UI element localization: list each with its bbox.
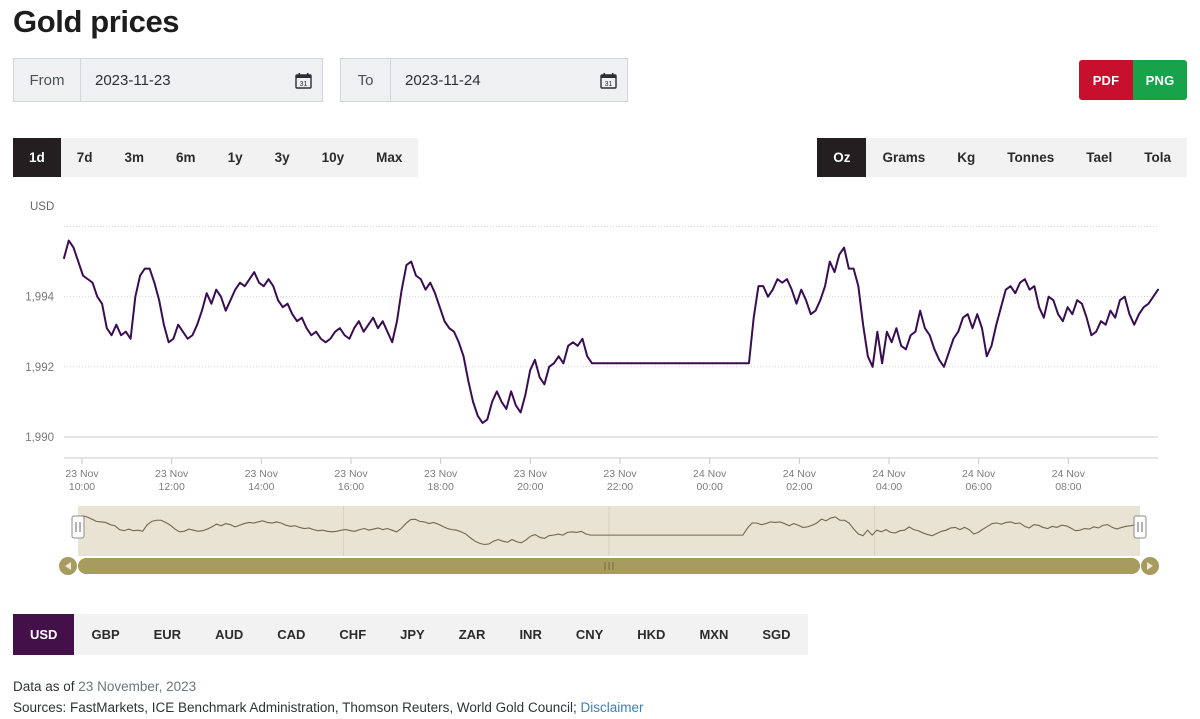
unit-tab-kg[interactable]: Kg (941, 138, 991, 177)
y-axis-tick-label: 1,994 (25, 292, 54, 304)
from-date-value: 2023-11-23 (95, 71, 171, 89)
export-png-button[interactable]: PNG (1133, 60, 1187, 100)
navigator-left-handle[interactable] (71, 515, 85, 539)
x-axis-tick-label-date: 23 Nov (155, 468, 189, 480)
navigator-left-handle-body[interactable] (71, 515, 85, 539)
currency-tab-eur[interactable]: EUR (137, 614, 198, 655)
x-axis-tick-label-time: 10:00 (69, 481, 95, 493)
unit-tab-tonnes[interactable]: Tonnes (991, 138, 1070, 177)
currency-tab-chf[interactable]: CHF (322, 614, 383, 655)
range-tab-3m[interactable]: 3m (109, 138, 161, 177)
x-axis-tick-label-time: 00:00 (697, 481, 723, 493)
sources-line: Sources: FastMarkets, ICE Benchmark Admi… (13, 697, 643, 718)
footer: Data as of 23 November, 2023 Sources: Fa… (13, 676, 643, 718)
sources-text: Sources: FastMarkets, ICE Benchmark Admi… (13, 700, 581, 715)
currency-tab-cad[interactable]: CAD (260, 614, 322, 655)
range-tab-6m[interactable]: 6m (160, 138, 212, 177)
x-axis-tick-label-time: 20:00 (517, 481, 543, 493)
gold-prices-page: Gold prices From 2023-11-23 31 To 2023-1… (0, 0, 1200, 719)
x-axis-tick-label-time: 16:00 (338, 481, 364, 493)
x-axis-tick-label-time: 18:00 (428, 481, 454, 493)
navigator-right-handle[interactable] (1133, 515, 1147, 539)
y-axis-tick-label: 1,990 (25, 432, 54, 444)
currency-tab-mxn[interactable]: MXN (682, 614, 745, 655)
y-axis-tick-label: 1,992 (25, 362, 54, 374)
price-chart: 1,990 1,992 1,994 USD 23 Nov 10:00 23 Nov 12:00… (0, 190, 1200, 580)
to-label: To (341, 59, 391, 101)
x-axis-tick-label-date: 23 Nov (334, 468, 368, 480)
x-axis-tick-label-time: 22:00 (607, 481, 633, 493)
x-axis-tick-label-time: 12:00 (159, 481, 185, 493)
calendar-icon[interactable]: 31 (295, 72, 312, 89)
range-tab-7d[interactable]: 7d (61, 138, 109, 177)
x-axis-tick-label-date: 24 Nov (1052, 468, 1086, 480)
x-axis-tick-label-time: 06:00 (966, 481, 992, 493)
x-axis-tick-label-date: 24 Nov (962, 468, 996, 480)
date-range-to[interactable]: To 2023-11-24 31 (340, 58, 628, 102)
x-axis-tick-label-date: 24 Nov (872, 468, 906, 480)
x-axis-tick-label-date: 23 Nov (65, 468, 99, 480)
x-axis-tick-label-date: 23 Nov (245, 468, 279, 480)
range-tab-max[interactable]: Max (360, 138, 418, 177)
unit-tab-tael[interactable]: Tael (1070, 138, 1128, 177)
unit-tab-tola[interactable]: Tola (1128, 138, 1187, 177)
data-as-of-prefix: Data as of (13, 679, 79, 694)
svg-text:31: 31 (300, 81, 308, 88)
unit-tab-grams[interactable]: Grams (866, 138, 941, 177)
currency-tab-sgd[interactable]: SGD (745, 614, 807, 655)
to-date-field[interactable]: 2023-11-24 31 (391, 59, 627, 101)
calendar-icon[interactable]: 31 (600, 72, 617, 89)
export-buttons: PDF PNG (1079, 60, 1187, 100)
currency-tab-gbp[interactable]: GBP (74, 614, 136, 655)
unit-tab-oz[interactable]: Oz (817, 138, 867, 177)
x-axis-tick-label-time: 14:00 (248, 481, 274, 493)
navigator-scroll-right-button[interactable] (1141, 557, 1159, 575)
from-label: From (14, 59, 81, 101)
x-axis-tick-label-time: 04:00 (876, 481, 902, 493)
range-tab-1d[interactable]: 1d (13, 138, 61, 177)
currency-tab-inr[interactable]: INR (502, 614, 558, 655)
navigator-right-handle-body[interactable] (1133, 515, 1147, 539)
data-as-of-line: Data as of 23 November, 2023 (13, 676, 643, 697)
to-date-value: 2023-11-24 (405, 71, 481, 89)
currency-tab-usd[interactable]: USD (13, 614, 75, 655)
date-range-from[interactable]: From 2023-11-23 31 (13, 58, 323, 102)
price-chart-svg: 1,9901,9921,994USD23 Nov10:0023 Nov12:00… (25, 201, 1159, 575)
data-as-of-date: 23 November, 2023 (78, 679, 197, 694)
currency-tab-zar[interactable]: ZAR (442, 614, 503, 655)
x-axis-tick-label-time: 08:00 (1055, 481, 1081, 493)
x-axis-tick-label-date: 24 Nov (693, 468, 727, 480)
price-line-series (63, 239, 1159, 424)
range-tab-10y[interactable]: 10y (306, 138, 361, 177)
x-axis-tick-label-date: 23 Nov (514, 468, 548, 480)
y-axis-unit-label: USD (30, 201, 54, 213)
x-axis-tick-label-date: 23 Nov (424, 468, 458, 480)
disclaimer-link[interactable]: Disclaimer (580, 700, 643, 715)
currency-tab-cny[interactable]: CNY (559, 614, 620, 655)
export-pdf-button[interactable]: PDF (1079, 60, 1133, 100)
navigator-scroll-left-button[interactable] (59, 557, 77, 575)
range-tab-1y[interactable]: 1y (212, 138, 259, 177)
currency-tab-jpy[interactable]: JPY (383, 614, 442, 655)
currency-tab-aud[interactable]: AUD (198, 614, 260, 655)
currency-tab-hkd[interactable]: HKD (620, 614, 682, 655)
page-title: Gold prices (13, 4, 180, 39)
range-tab-bar: 1d 7d 3m 6m 1y 3y 10y Max (13, 138, 419, 177)
range-tab-3y[interactable]: 3y (259, 138, 306, 177)
unit-tab-bar: Oz Grams Kg Tonnes Tael Tola (817, 138, 1187, 177)
currency-tab-bar: USD GBP EUR AUD CAD CHF JPY ZAR INR CNY HKD MXN SGD (13, 614, 808, 655)
x-axis-tick-label-time: 02:00 (786, 481, 812, 493)
svg-text:31: 31 (605, 81, 613, 88)
x-axis-tick-label-date: 23 Nov (603, 468, 637, 480)
from-date-field[interactable]: 2023-11-23 31 (81, 59, 322, 101)
x-axis-tick-label-date: 24 Nov (783, 468, 817, 480)
